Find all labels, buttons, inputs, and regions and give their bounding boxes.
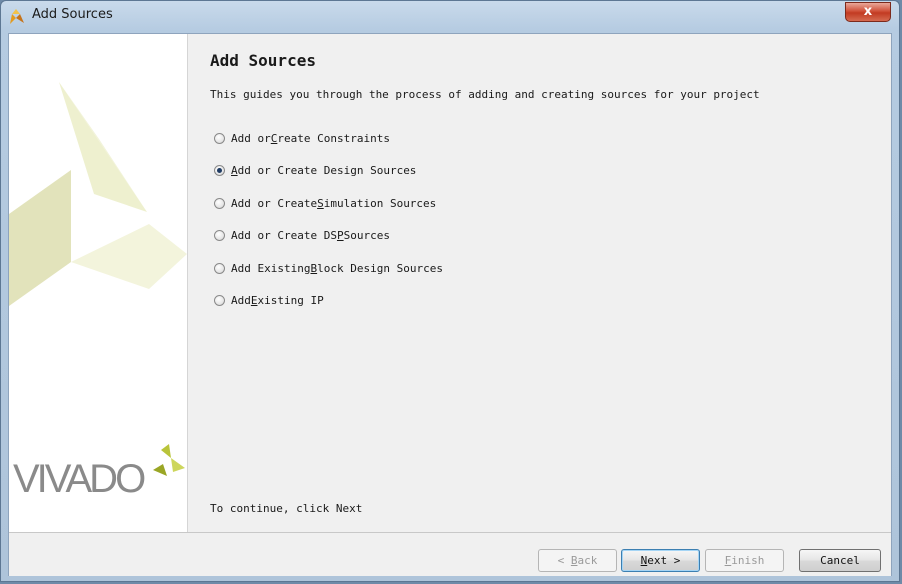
option-add-create-constraints[interactable]: Add or Create Constraints bbox=[214, 128, 390, 148]
option-mnemonic: S bbox=[317, 196, 324, 210]
vivado-logo-mark-icon bbox=[153, 444, 185, 476]
option-mnemonic: C bbox=[270, 131, 278, 145]
next-label: ext bbox=[647, 554, 668, 567]
option-label-rest: xisting IP bbox=[257, 293, 324, 307]
option-label: Add bbox=[231, 293, 251, 307]
option-label: Add Existing bbox=[231, 261, 311, 275]
page-title: Add Sources bbox=[210, 51, 316, 70]
page-description: This guides you through the process of a… bbox=[210, 88, 760, 101]
option-mnemonic: E bbox=[250, 293, 258, 307]
option-mnemonic: A bbox=[231, 163, 238, 177]
option-add-create-simulation-sources[interactable]: Add or Create Simulation Sources bbox=[214, 193, 436, 213]
close-button[interactable]: x bbox=[845, 2, 891, 22]
cancel-button[interactable]: Cancel bbox=[799, 549, 881, 572]
option-add-existing-block-design-sources[interactable]: Add Existing Block Design Sources bbox=[214, 258, 443, 278]
option-add-create-dsp-sources[interactable]: Add or Create DS P Sources bbox=[214, 225, 390, 245]
next-button[interactable]: Next > bbox=[621, 549, 700, 572]
radio-button[interactable] bbox=[214, 229, 225, 241]
radio-button-selected[interactable] bbox=[214, 164, 225, 176]
option-label-rest: dd or Create Design Sources bbox=[237, 163, 417, 177]
option-mnemonic: B bbox=[310, 261, 318, 275]
option-label: Add or Create bbox=[231, 196, 318, 210]
option-label-rest: reate Constraints bbox=[277, 131, 390, 145]
back-mnemonic: B bbox=[570, 554, 578, 567]
option-mnemonic: P bbox=[336, 228, 344, 242]
option-label-rest: imulation Sources bbox=[323, 196, 437, 210]
back-button[interactable]: < Back bbox=[538, 549, 617, 572]
radio-button[interactable] bbox=[214, 294, 225, 306]
button-bar: < Back Next > Finish Cancel bbox=[9, 532, 891, 576]
continue-hint: To continue, click Next bbox=[210, 502, 363, 515]
dialog-client-area: VIVADO Add Sources This guides you throu… bbox=[8, 33, 892, 576]
next-mnemonic: N bbox=[640, 554, 648, 567]
back-arrow-icon: < bbox=[557, 554, 565, 567]
option-label-rest: lock Design Sources bbox=[317, 261, 443, 275]
radio-button[interactable] bbox=[214, 132, 225, 144]
window-title: Add Sources bbox=[32, 7, 113, 22]
option-label: Add or Create DS bbox=[231, 228, 337, 242]
finish-mnemonic: F bbox=[724, 554, 732, 567]
next-arrow-icon: > bbox=[673, 554, 681, 567]
main-panel: Add Sources This guides you through the … bbox=[187, 34, 891, 532]
back-label: ack bbox=[577, 554, 598, 567]
option-label-rest: Sources bbox=[343, 228, 390, 242]
finish-button[interactable]: Finish bbox=[705, 549, 784, 572]
option-add-existing-ip[interactable]: Add Existing IP bbox=[214, 290, 324, 310]
vivado-app-icon bbox=[10, 9, 24, 24]
cancel-label: Cancel bbox=[820, 554, 860, 567]
add-sources-window: Add Sources x VIVADO Add Sources This gu… bbox=[0, 0, 900, 582]
title-bar[interactable]: Add Sources x bbox=[1, 1, 899, 31]
vivado-logo-text: VIVADO bbox=[13, 457, 146, 501]
radio-button[interactable] bbox=[214, 262, 225, 274]
finish-label: inish bbox=[731, 554, 765, 567]
radio-button[interactable] bbox=[214, 197, 225, 209]
option-label: Add or bbox=[231, 131, 271, 145]
option-add-create-design-sources[interactable]: Add or Create Design Sources bbox=[214, 160, 416, 180]
sidebar-banner: VIVADO bbox=[9, 34, 188, 532]
